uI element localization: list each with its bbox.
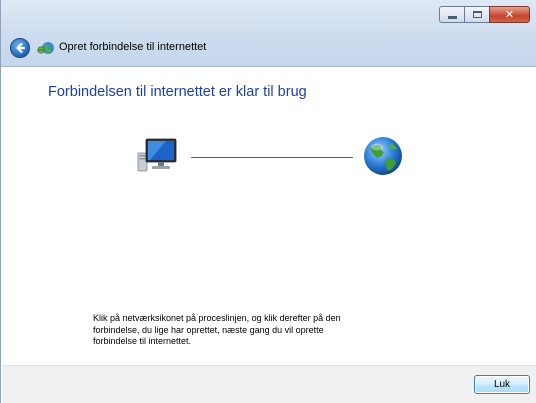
maximize-button[interactable] (464, 6, 490, 23)
content-area: Forbindelsen til internettet er klar til… (2, 67, 536, 365)
dialog-window: ✕ Opret forbindelse til internettet Forb… (0, 0, 536, 403)
minimize-icon (447, 15, 457, 19)
back-button[interactable] (10, 38, 30, 58)
computer-icon (137, 138, 177, 172)
titlebar-buttons: ✕ (439, 6, 530, 23)
back-arrow-icon (16, 42, 26, 54)
window-chrome: ✕ Opret forbindelse til internettet (1, 0, 536, 67)
network-globe-icon (37, 42, 54, 54)
maximize-icon (472, 11, 482, 18)
minimize-button[interactable] (439, 6, 465, 23)
window-title: Opret forbindelse til internettet (59, 41, 207, 53)
info-text-line-3: forbindelse til internettet. (93, 336, 192, 346)
connection-line (191, 157, 353, 158)
close-icon: ✕ (504, 8, 515, 21)
dialog-footer: Luk (2, 365, 536, 403)
close-window-button[interactable]: ✕ (489, 6, 530, 23)
info-text-line-2: forbindelse, du lige har oprettet, næste… (93, 324, 324, 335)
close-button[interactable]: Luk (474, 375, 530, 394)
info-text: Klik på netværksikonet på proceslinjen, … (93, 313, 393, 348)
info-text-line-1: Klik på netværksikonet på proceslinjen, … (93, 313, 341, 323)
globe-icon (364, 137, 402, 175)
